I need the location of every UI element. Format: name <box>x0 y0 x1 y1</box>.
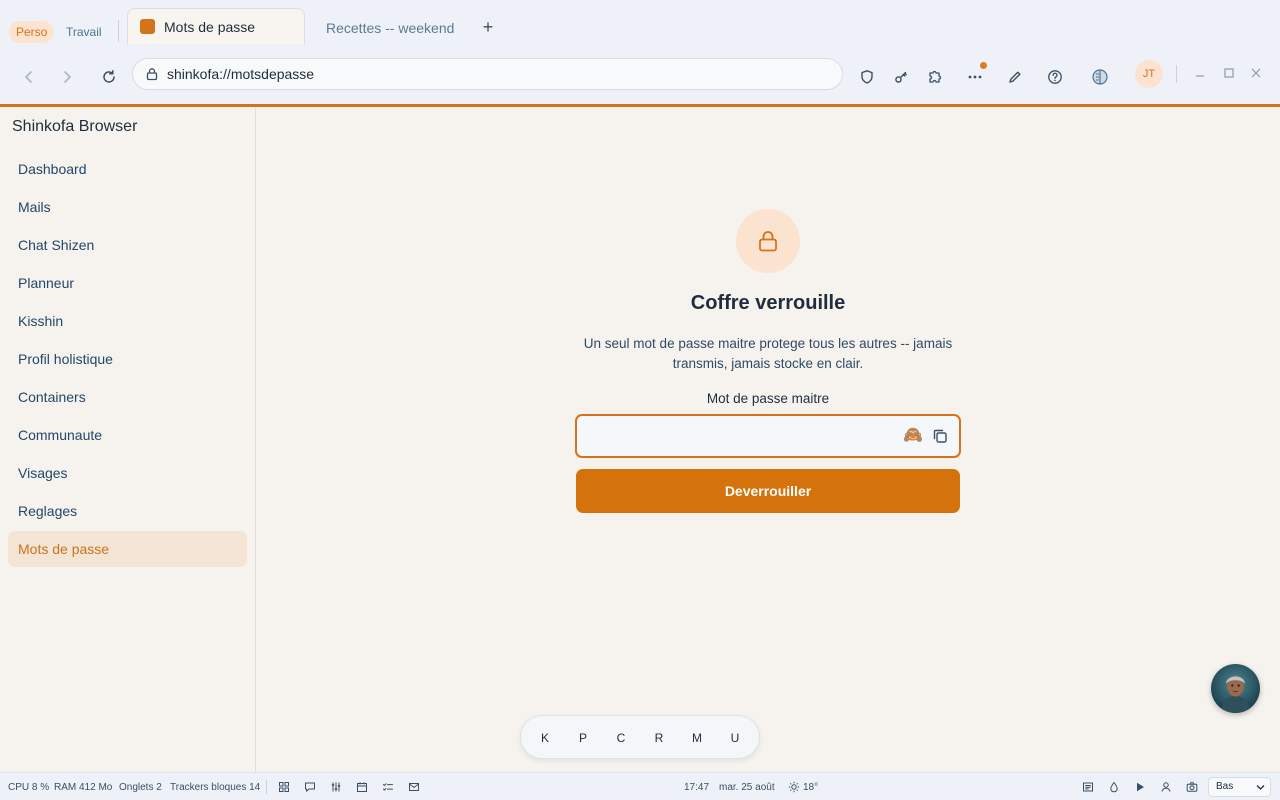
tab-title: Mots de passe <box>164 19 256 35</box>
copy-icon[interactable] <box>931 427 949 445</box>
master-password-label: Mot de passe maitre <box>706 391 830 406</box>
unlock-button[interactable]: Deverrouiller <box>576 469 960 513</box>
extensions-button[interactable] <box>922 64 948 90</box>
dock-key-r[interactable]: R <box>645 724 673 752</box>
play-icon[interactable] <box>1134 781 1146 793</box>
profile-chip-perso[interactable]: Perso <box>9 21 55 43</box>
level-select-value: Bas <box>1216 781 1234 792</box>
key-icon <box>895 71 907 83</box>
clock-time: 17:47 <box>684 782 710 793</box>
address-bar[interactable]: shinkofa://motsdepasse <box>132 58 843 90</box>
split-view-icon <box>1092 69 1108 85</box>
mail-icon[interactable] <box>408 781 420 793</box>
padlock-icon <box>759 231 777 252</box>
annotate-button[interactable] <box>1002 64 1028 90</box>
assistant-portrait-icon <box>1211 664 1260 713</box>
close-icon[interactable] <box>1249 66 1263 80</box>
reader-icon[interactable] <box>1082 781 1094 793</box>
pen-icon <box>1009 71 1021 83</box>
checklist-icon[interactable] <box>382 781 394 793</box>
sidebar-item-containers[interactable]: Containers <box>8 379 247 415</box>
person-icon[interactable] <box>1160 781 1172 793</box>
quick-access-dock: K P C R M U <box>520 715 760 759</box>
trackers-blocked: Trackers bloques 14 <box>170 782 261 793</box>
dock-key-c[interactable]: C <box>607 724 635 752</box>
open-tabs-count: Onglets 2 <box>119 782 162 793</box>
puzzle-icon <box>929 70 942 83</box>
show-password-icon[interactable]: 🙈 <box>903 426 923 446</box>
ram-usage: RAM 412 Mo <box>54 782 113 793</box>
minimize-icon[interactable] <box>1193 66 1207 80</box>
new-tab-button[interactable]: + <box>480 17 496 38</box>
help-icon <box>1048 70 1062 84</box>
vault-lock-badge <box>736 209 800 273</box>
tab-divider <box>118 20 119 42</box>
sidebar-item-dashboard[interactable]: Dashboard <box>8 151 247 187</box>
drop-icon[interactable] <box>1108 781 1120 793</box>
shield-button[interactable] <box>854 64 880 90</box>
maximize-icon[interactable] <box>1222 66 1236 80</box>
sidebar-item-communaute[interactable]: Communaute <box>8 417 247 453</box>
chevron-right-icon <box>64 71 71 83</box>
tab-favicon-icon <box>140 19 155 34</box>
user-avatar[interactable]: JT <box>1135 60 1163 88</box>
status-divider <box>266 780 267 794</box>
split-view-button[interactable] <box>1087 64 1113 90</box>
dock-key-m[interactable]: M <box>683 724 711 752</box>
weather-temperature: 18° <box>803 782 819 793</box>
more-icon <box>968 75 982 79</box>
forward-button[interactable] <box>54 64 80 90</box>
dock-key-k[interactable]: K <box>531 724 559 752</box>
sidebar-item-mails[interactable]: Mails <box>8 189 247 225</box>
tab-mots-de-passe[interactable]: Mots de passe <box>127 8 305 44</box>
cpu-usage: CPU 8 % <box>8 782 50 793</box>
tab-strip: Perso Travail Mots de passe Recettes -- … <box>0 0 1280 50</box>
sun-icon <box>788 781 800 793</box>
navigation-bar: shinkofa://motsdepasse <box>0 50 1280 105</box>
dock-key-u[interactable]: U <box>721 724 749 752</box>
address-text: shinkofa://motsdepasse <box>167 66 315 82</box>
profile-chip-travail[interactable]: Travail <box>59 21 109 43</box>
grid-icon[interactable] <box>278 781 290 793</box>
status-bar: CPU 8 % RAM 412 Mo Onglets 2 Trackers bl… <box>0 772 1280 800</box>
window-controls-divider <box>1176 65 1177 83</box>
sidebar-item-kisshin[interactable]: Kisshin <box>8 303 247 339</box>
help-button[interactable] <box>1042 64 1068 90</box>
sidebar-item-mots-de-passe[interactable]: Mots de passe <box>8 531 247 567</box>
sidebar-item-planneur[interactable]: Planneur <box>8 265 247 301</box>
chevron-left-icon <box>25 71 32 83</box>
clock-date: mar. 25 août <box>719 782 775 793</box>
sidebar-item-visages[interactable]: Visages <box>8 455 247 491</box>
dock-key-p[interactable]: P <box>569 724 597 752</box>
sidebar-brand: Shinkofa Browser <box>12 118 138 135</box>
camera-icon[interactable] <box>1186 781 1198 793</box>
calendar-icon[interactable] <box>356 781 368 793</box>
reload-button[interactable] <box>96 64 122 90</box>
reload-icon <box>103 70 115 83</box>
sidebar-item-reglages[interactable]: Reglages <box>8 493 247 529</box>
chat-icon[interactable] <box>304 781 316 793</box>
shield-icon <box>861 70 873 84</box>
sidebar-item-chat-shizen[interactable]: Chat Shizen <box>8 227 247 263</box>
page-title: Coffre verrouille <box>690 292 846 314</box>
chevron-down-icon <box>1256 785 1265 790</box>
lock-icon <box>146 68 158 81</box>
sidebar: Shinkofa Browser Dashboard Mails Chat Sh… <box>0 107 256 772</box>
sliders-icon[interactable] <box>330 781 342 793</box>
vault-description: Un seul mot de passe maitre protege tous… <box>583 336 953 371</box>
level-select[interactable]: Bas <box>1208 777 1271 797</box>
assistant-avatar[interactable] <box>1211 664 1260 713</box>
tab-recettes-weekend[interactable]: Recettes -- weekend <box>326 20 454 36</box>
key-button[interactable] <box>888 64 914 90</box>
sidebar-item-profil-holistique[interactable]: Profil holistique <box>8 341 247 377</box>
back-button[interactable] <box>16 64 42 90</box>
notification-dot <box>980 62 987 69</box>
